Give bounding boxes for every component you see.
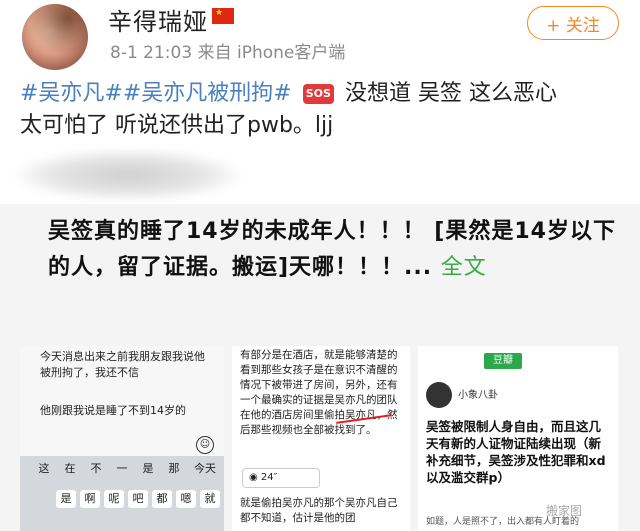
key: 都 [152,490,172,508]
key: 啊 [80,490,100,508]
emoji-icon: ☺ [196,436,214,454]
repost-image-2[interactable]: 有部分是在酒店，就是能够清楚的看到那些女孩子是在意识不清醒的情况下被带进了房间，… [232,346,410,531]
post-meta: 8-1 21:03 来自 iPhone客户端 [110,43,346,63]
key: 呢 [104,490,124,508]
screenshot-text: 有部分是在酒店，就是能够清楚的看到那些女孩子是在意识不清醒的情况下被带进了房间，… [240,349,398,436]
key: 是 [56,490,76,508]
post-text-line2: 太可怕了 听说还供出了pwb。ljj [20,113,334,138]
repost-body: 吴签真的睡了14岁的未成年人！！！ [果然是14岁以下的人，留了证据。搬运]天哪… [48,219,616,280]
voice-wave-icon: ◉ [249,472,261,483]
key: 就 [200,490,220,508]
china-flag-icon: ★ [212,8,234,24]
blurred-comment [18,150,238,200]
group-avatar [426,382,452,408]
voice-message: ◉ 24″ [242,468,320,488]
chat-line: 他刚跟我说是睡了不到14岁的 [40,404,186,417]
douban-logo: 豆瓣 [484,353,522,369]
key: 是 [142,462,154,475]
douban-post-title: 吴签被限制人身自由，而且这几天有新的人证物证陆续出现（新补充细节，吴签涉及性犯罪… [426,419,606,485]
key: 一 [116,462,128,475]
follow-button[interactable]: + 关注 [527,6,619,40]
key: 那 [168,462,180,475]
keyboard: 这 在 不 一 是 那 今天 是 啊 呢 吧 都 嗯 就 [20,456,224,531]
post-text: #吴亦凡##吴亦凡被刑拘# SOS 没想道 吴签 这么恶心 太可怕了 听说还供出… [20,78,630,142]
key: 不 [90,462,102,475]
avatar[interactable] [22,4,88,70]
key: 吧 [128,490,148,508]
repost-image-3[interactable]: 豆瓣 小象八卦 吴签被限制人身自由，而且这几天有新的人证物证陆续出现（新补充细节… [418,346,618,531]
douban-footer: 如题，人是照不了，出入都有人盯着的 [426,517,580,527]
key: 在 [64,462,76,475]
group-name: 小象八卦 [458,390,498,401]
repost-text: 吴签真的睡了14岁的未成年人！！！ [果然是14岁以下的人，留了证据。搬运]天哪… [48,214,628,286]
repost-image-1[interactable]: 今天消息出来之前我朋友跟我说他 被刑拘了，我还不信 他刚跟我说是睡了不到14岁的… [20,346,224,531]
key: 嗯 [176,490,196,508]
chat-line: 被刑拘了，我还不信 [40,366,139,379]
hashtag-link[interactable]: #吴亦凡##吴亦凡被刑拘# [20,81,292,106]
watermark: 搬家图 [546,504,583,518]
post-text-line1: 没想道 吴签 这么恶心 [344,81,557,106]
voice-duration: 24″ [260,472,278,483]
screenshot-text: 就是偷拍吴亦凡的那个吴亦凡自己都不知道，估计是他的团 [240,497,398,524]
full-text-link[interactable]: 全文 [441,255,487,280]
key: 今天 [194,462,216,475]
username[interactable]: 辛得瑞娅 [108,2,208,37]
sos-emoji-icon: SOS [302,84,334,104]
key: 这 [38,462,50,475]
